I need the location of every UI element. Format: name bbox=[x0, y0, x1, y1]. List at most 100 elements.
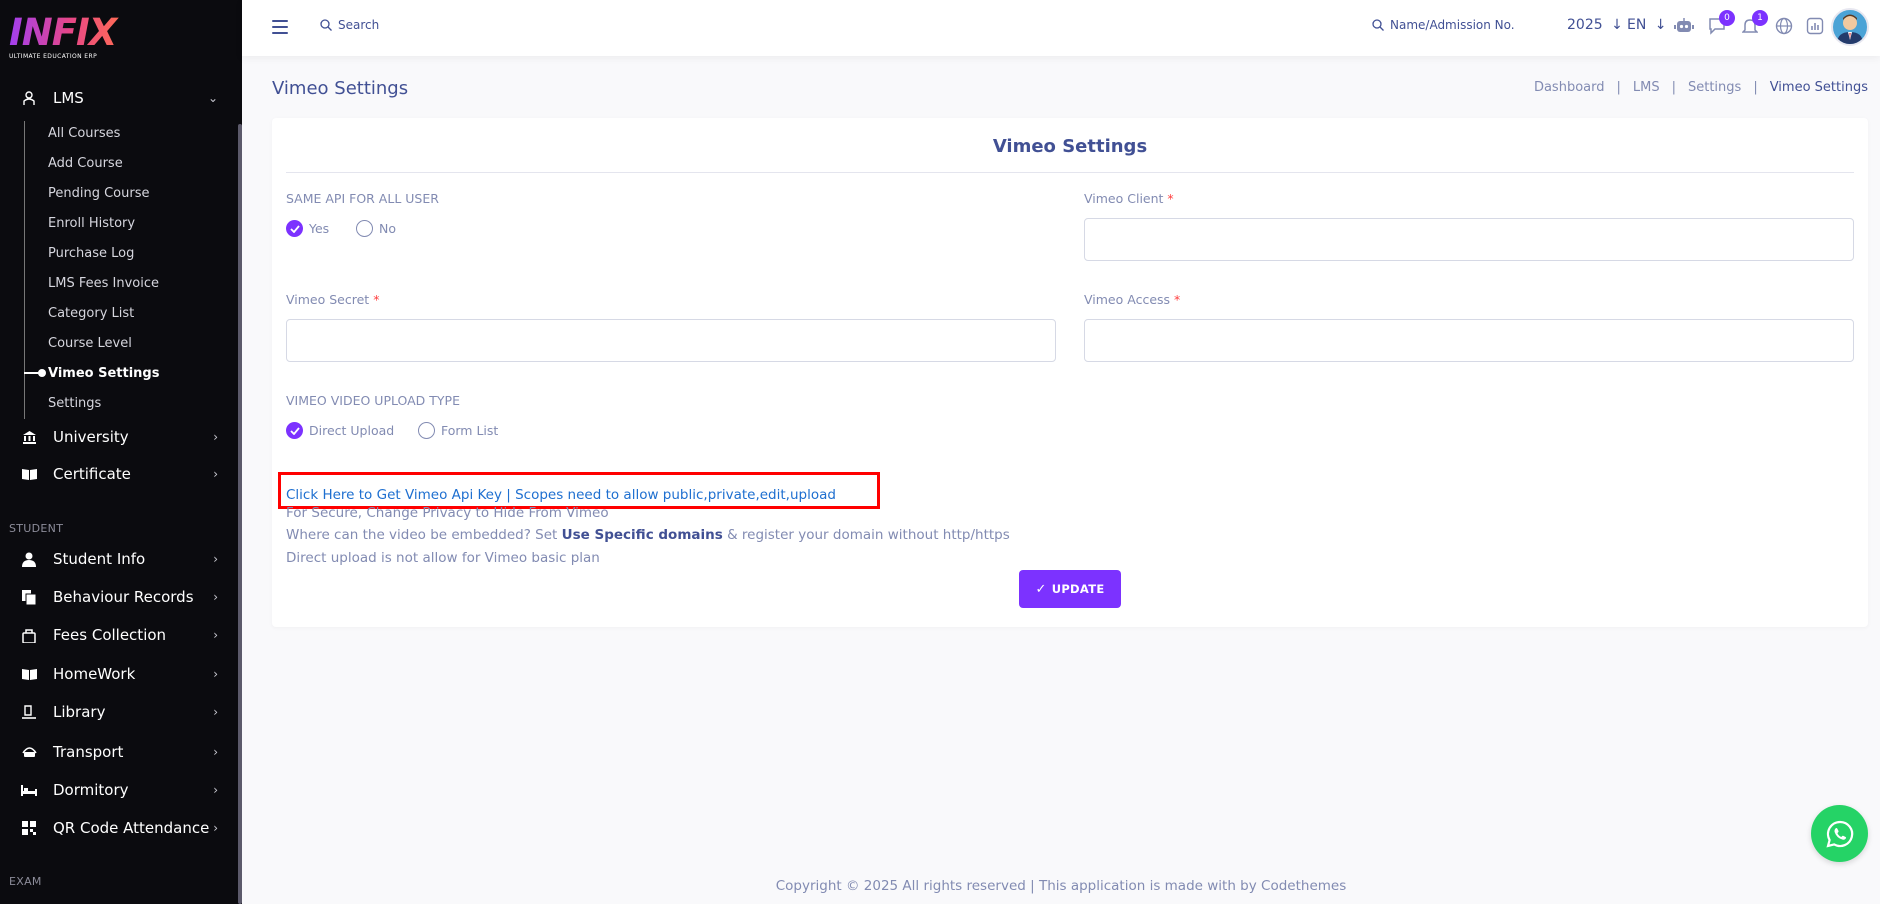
required-mark: * bbox=[373, 292, 380, 307]
required-mark: * bbox=[1167, 191, 1174, 206]
year-selector[interactable]: 2025 ↓ bbox=[1567, 17, 1623, 33]
sidebar-item-settings[interactable]: Settings bbox=[48, 396, 101, 411]
global-search[interactable]: Search bbox=[320, 18, 379, 32]
sidebar-item-label: Certificate bbox=[53, 465, 131, 483]
sidebar-item-label: Library bbox=[53, 703, 106, 721]
sidebar-item-pending-course[interactable]: Pending Course bbox=[48, 186, 150, 201]
avatar[interactable] bbox=[1831, 8, 1869, 46]
radio-same-api-yes[interactable]: Yes bbox=[286, 220, 329, 237]
sidebar-item-student-info[interactable]: Student Info › bbox=[0, 542, 238, 576]
sidebar-item-dormitory[interactable]: Dormitory › bbox=[0, 773, 238, 807]
section-label-student: STUDENT bbox=[9, 522, 64, 535]
certificate-icon bbox=[21, 466, 37, 482]
divider bbox=[286, 172, 1854, 173]
sidebar-item-label: University bbox=[53, 428, 129, 446]
whatsapp-icon bbox=[1825, 820, 1853, 848]
search-icon bbox=[320, 19, 332, 31]
chat-icon[interactable]: 0 bbox=[1706, 10, 1735, 37]
chevron-right-icon: › bbox=[213, 590, 218, 604]
upload-type-label: VIMEO VIDEO UPLOAD TYPE bbox=[286, 393, 460, 408]
sidebar-item-library[interactable]: Library › bbox=[0, 695, 238, 729]
chevron-right-icon: › bbox=[213, 552, 218, 566]
label-text: Vimeo Client bbox=[1084, 191, 1164, 206]
breadcrumb-dashboard[interactable]: Dashboard bbox=[1534, 80, 1605, 95]
vimeo-client-label: Vimeo Client * bbox=[1084, 191, 1174, 206]
label-text: Vimeo Secret bbox=[286, 292, 370, 307]
whatsapp-button[interactable] bbox=[1811, 805, 1868, 862]
sidebar-scrollbar[interactable] bbox=[238, 124, 242, 904]
sidebar-item-qr-code-attendance[interactable]: QR Code Attendance › bbox=[0, 811, 238, 845]
logo[interactable]: INFIX ULTIMATE EDUCATION ERP bbox=[9, 14, 119, 64]
card-title: Vimeo Settings bbox=[992, 136, 1148, 157]
chevron-down-icon: ⌄ bbox=[207, 91, 218, 105]
radio-direct-upload[interactable]: Direct Upload bbox=[286, 422, 394, 439]
bell-icon[interactable]: 1 bbox=[1739, 10, 1768, 37]
sidebar-item-fees-collection[interactable]: Fees Collection › bbox=[0, 618, 238, 652]
arrow-down-icon: ↓ bbox=[1654, 17, 1667, 33]
sidebar-item-vimeo-settings[interactable]: Vimeo Settings bbox=[48, 366, 159, 381]
breadcrumb-settings[interactable]: Settings bbox=[1688, 80, 1741, 95]
submenu-line bbox=[24, 121, 25, 419]
chevron-right-icon: › bbox=[213, 430, 218, 444]
note-privacy: For Secure, Change Privacy to Hide From … bbox=[286, 505, 609, 521]
sidebar-item-enroll-history[interactable]: Enroll History bbox=[48, 216, 135, 231]
radio-form-list[interactable]: Form List bbox=[418, 422, 498, 439]
year-value: 2025 bbox=[1567, 17, 1603, 33]
breadcrumb-separator: | bbox=[1753, 80, 1758, 95]
radio-same-api-no[interactable]: No bbox=[356, 220, 396, 237]
radio-label: Form List bbox=[441, 423, 499, 438]
sidebar-item-label: QR Code Attendance bbox=[53, 819, 210, 837]
sidebar-item-label: Dormitory bbox=[53, 781, 129, 799]
sidebar-item-lms[interactable]: LMS ⌄ bbox=[0, 81, 238, 115]
vimeo-api-key-link[interactable]: Click Here to Get Vimeo Api Key | Scopes… bbox=[286, 487, 836, 503]
sidebar-item-course-level[interactable]: Course Level bbox=[48, 336, 132, 351]
sidebar-item-homework[interactable]: HomeWork › bbox=[0, 657, 238, 691]
analytics-icon[interactable] bbox=[1804, 15, 1826, 37]
breadcrumb: Dashboard | LMS | Settings | Vimeo Setti… bbox=[1534, 80, 1868, 95]
vimeo-secret-input[interactable] bbox=[286, 319, 1056, 362]
check-icon: ✓ bbox=[1035, 581, 1047, 597]
note-text: Where can the video be embedded? Set bbox=[286, 527, 562, 543]
robot-icon[interactable] bbox=[1673, 15, 1695, 37]
globe-icon[interactable] bbox=[1773, 15, 1795, 37]
sidebar-item-certificate[interactable]: Certificate › bbox=[0, 457, 238, 491]
radio-checked-icon bbox=[286, 220, 303, 237]
footer: Copyright © 2025 All rights reserved | T… bbox=[775, 878, 1347, 894]
student-search[interactable]: Name/Admission No. bbox=[1372, 18, 1515, 32]
chevron-right-icon: › bbox=[213, 783, 218, 797]
vimeo-settings-card: Vimeo Settings SAME API FOR ALL USER Yes… bbox=[272, 118, 1868, 627]
chevron-right-icon: › bbox=[213, 705, 218, 719]
language-selector[interactable]: EN ↓ bbox=[1627, 17, 1667, 33]
radio-label: Yes bbox=[309, 221, 330, 236]
search-placeholder: Search bbox=[338, 18, 380, 32]
sidebar-item-purchase-log[interactable]: Purchase Log bbox=[48, 246, 134, 261]
language-value: EN bbox=[1627, 17, 1647, 33]
sidebar-item-university[interactable]: University › bbox=[0, 420, 238, 454]
menu-toggle-icon[interactable] bbox=[272, 20, 288, 34]
same-api-label: SAME API FOR ALL USER bbox=[286, 191, 439, 206]
sidebar-item-label: Student Info bbox=[53, 550, 146, 568]
note-bold: Use Specific domains bbox=[561, 527, 723, 543]
vimeo-access-input[interactable] bbox=[1084, 319, 1854, 362]
breadcrumb-lms[interactable]: LMS bbox=[1633, 80, 1660, 95]
sidebar-item-add-course[interactable]: Add Course bbox=[48, 156, 123, 171]
note-text: & register your domain without http/http… bbox=[722, 527, 1010, 543]
update-button[interactable]: ✓ UPDATE bbox=[1019, 570, 1121, 608]
sidebar-item-all-courses[interactable]: All Courses bbox=[48, 126, 120, 141]
sidebar-item-behaviour-records[interactable]: Behaviour Records › bbox=[0, 580, 238, 614]
page-title: Vimeo Settings bbox=[272, 78, 409, 99]
student-icon bbox=[21, 551, 37, 567]
sidebar-item-lms-fees-invoice[interactable]: LMS Fees Invoice bbox=[48, 276, 159, 291]
student-search-placeholder: Name/Admission No. bbox=[1390, 18, 1515, 32]
chevron-right-icon: › bbox=[213, 667, 218, 681]
logo-text: INFIX bbox=[9, 14, 119, 52]
vimeo-client-input[interactable] bbox=[1084, 218, 1854, 261]
sidebar-item-label: HomeWork bbox=[53, 665, 136, 683]
fees-icon bbox=[21, 627, 37, 643]
vimeo-access-label: Vimeo Access * bbox=[1084, 292, 1180, 307]
lms-icon bbox=[21, 90, 37, 106]
sidebar-item-transport[interactable]: Transport › bbox=[0, 735, 238, 769]
bed-icon bbox=[21, 782, 37, 798]
sidebar-item-category-list[interactable]: Category List bbox=[48, 306, 134, 321]
logo-subtitle: ULTIMATE EDUCATION ERP bbox=[9, 53, 98, 60]
